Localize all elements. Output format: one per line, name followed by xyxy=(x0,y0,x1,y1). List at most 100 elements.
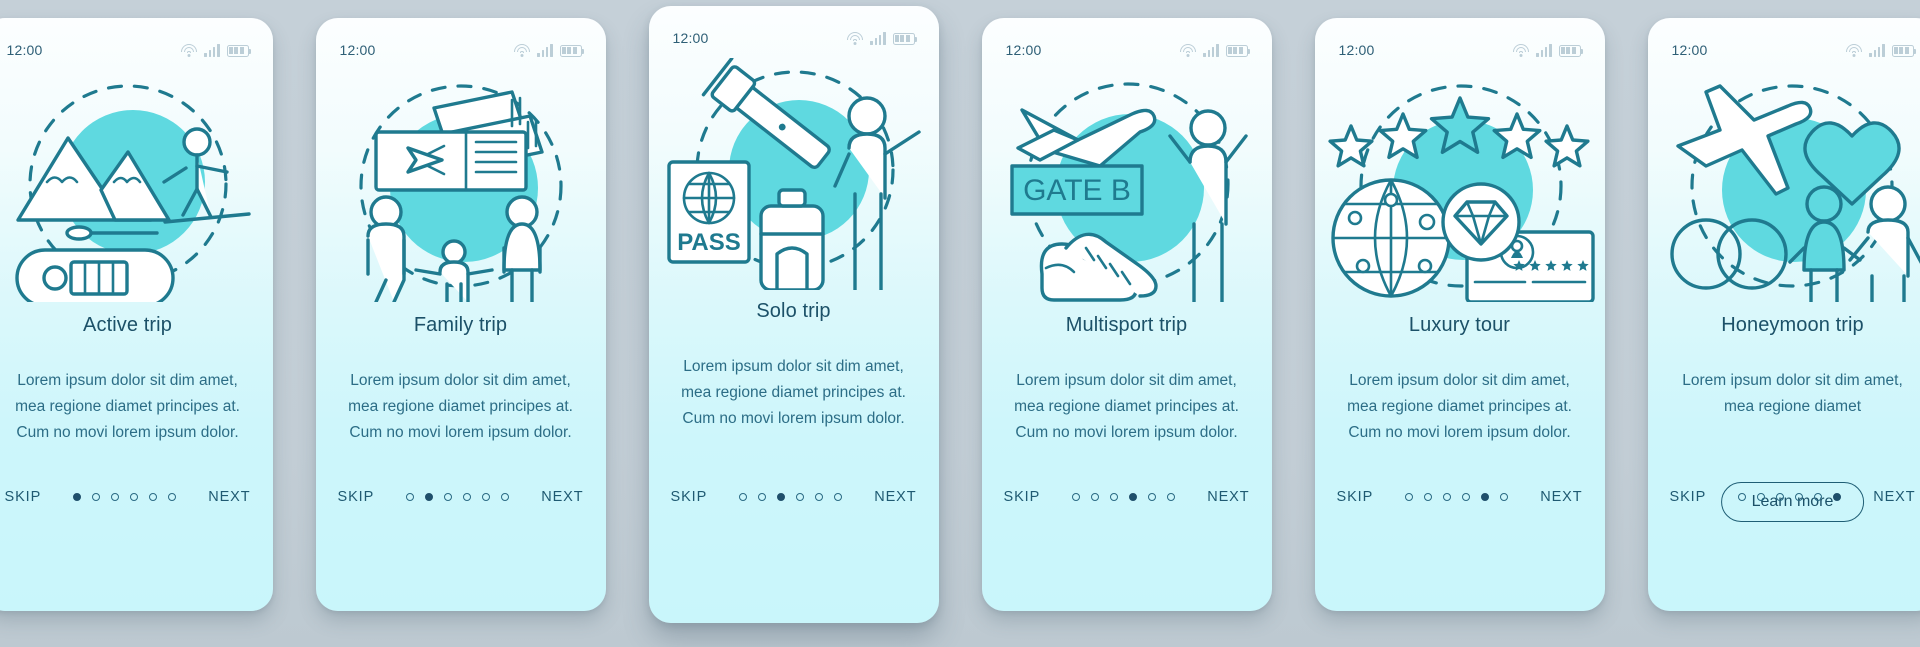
wifi-icon xyxy=(514,43,531,57)
card-description: Lorem ipsum dolor sit dim amet, mea regi… xyxy=(1014,372,1239,441)
pagination-dot-1[interactable] xyxy=(1405,493,1414,501)
next-button[interactable]: NEXT xyxy=(208,489,250,505)
next-button[interactable]: NEXT xyxy=(1540,489,1582,505)
card-footer: SKIP NEXT xyxy=(1004,489,1250,505)
next-button[interactable]: NEXT xyxy=(874,489,916,505)
pagination-dot-2[interactable] xyxy=(758,493,767,501)
battery-icon xyxy=(892,32,917,45)
wifi-icon xyxy=(1513,43,1530,57)
skip-button[interactable]: SKIP xyxy=(5,489,42,505)
card-footer: SKIP NEXT xyxy=(671,489,917,505)
pagination-dot-2[interactable] xyxy=(1091,493,1100,501)
pagination-dot-5[interactable] xyxy=(1481,493,1490,501)
card-description: Lorem ipsum dolor sit dim amet, mea regi… xyxy=(681,358,906,427)
pagination-dot-4[interactable] xyxy=(1795,493,1804,501)
pagination-dots xyxy=(1405,493,1509,501)
skip-button[interactable]: SKIP xyxy=(671,489,708,505)
status-bar-icons xyxy=(514,43,584,57)
card-title: Honeymoon trip xyxy=(1721,314,1864,336)
pagination-dot-4[interactable] xyxy=(1462,493,1471,501)
pagination-dot-6[interactable] xyxy=(834,493,843,501)
pagination-dot-4[interactable] xyxy=(1129,493,1138,501)
pagination-dots xyxy=(1738,493,1842,501)
battery-icon xyxy=(1225,44,1250,57)
pagination-dot-3[interactable] xyxy=(1776,493,1785,501)
wifi-icon xyxy=(1846,43,1863,57)
pagination-dot-5[interactable] xyxy=(1814,493,1823,501)
signal-icon xyxy=(537,43,553,57)
pagination-dot-3[interactable] xyxy=(1443,493,1452,501)
status-bar: 12:00 xyxy=(1648,40,1920,60)
pagination-dots xyxy=(1072,493,1176,501)
pagination-dot-4[interactable] xyxy=(796,493,805,501)
skip-button[interactable]: SKIP xyxy=(1004,489,1041,505)
pagination-dot-2[interactable] xyxy=(1424,493,1433,501)
next-button[interactable]: NEXT xyxy=(1873,489,1915,505)
pagination-dot-3[interactable] xyxy=(444,493,453,501)
card-title: Luxury tour xyxy=(1408,314,1511,336)
card-title: Family trip xyxy=(413,314,508,336)
next-button[interactable]: NEXT xyxy=(541,489,583,505)
signal-icon xyxy=(870,31,886,45)
status-bar-clock: 12:00 xyxy=(1005,42,1042,58)
status-bar: 12:00 xyxy=(1315,40,1605,60)
pagination-dot-2[interactable] xyxy=(425,493,434,501)
next-button[interactable]: NEXT xyxy=(1207,489,1249,505)
wifi-icon xyxy=(181,43,198,57)
card-footer: SKIP NEXT xyxy=(1670,489,1916,505)
pagination-dot-4[interactable] xyxy=(463,493,472,501)
signal-icon xyxy=(1536,43,1552,57)
pagination-dot-5[interactable] xyxy=(482,493,491,501)
battery-icon xyxy=(1891,44,1916,57)
card-description: Lorem ipsum dolor sit dim amet, mea regi… xyxy=(1347,372,1572,441)
status-bar-clock: 12:00 xyxy=(339,42,376,58)
wifi-icon xyxy=(847,31,864,45)
status-bar: 12:00 xyxy=(0,40,273,60)
pagination-dot-6[interactable] xyxy=(168,493,177,501)
pagination-dot-6[interactable] xyxy=(501,493,510,501)
card-list: 12:00 Active trip Lorem ipsum dolor sit … xyxy=(0,0,1920,647)
illustration-passport-telescope-suitcase: PASS xyxy=(649,58,939,290)
wifi-icon xyxy=(1180,43,1197,57)
illustration-plane-heart-rings-couple xyxy=(1648,70,1920,302)
signal-icon xyxy=(1869,43,1885,57)
status-bar-clock: 12:00 xyxy=(1671,42,1708,58)
pagination-dot-3[interactable] xyxy=(111,493,120,501)
status-bar-icons xyxy=(1513,43,1583,57)
status-bar: 12:00 xyxy=(649,28,939,48)
skip-button[interactable]: SKIP xyxy=(1337,489,1374,505)
pagination-dot-5[interactable] xyxy=(1148,493,1157,501)
onboarding-card-family-trip[interactable]: 12:00 Family trip Lorem ipsum dolor sit … xyxy=(315,18,606,611)
status-bar: 12:00 xyxy=(982,40,1272,60)
pagination-dot-1[interactable] xyxy=(1072,493,1081,501)
skip-button[interactable]: SKIP xyxy=(1670,489,1707,505)
pagination-dot-6[interactable] xyxy=(1833,493,1842,501)
pagination-dot-1[interactable] xyxy=(1738,493,1747,501)
pagination-dot-1[interactable] xyxy=(739,493,748,501)
status-bar-clock: 12:00 xyxy=(672,30,709,46)
card-title: Multisport trip xyxy=(1065,314,1188,336)
card-footer: SKIP NEXT xyxy=(338,489,584,505)
svg-text:PASS: PASS xyxy=(677,229,741,256)
battery-icon xyxy=(559,44,584,57)
pagination-dot-2[interactable] xyxy=(1757,493,1766,501)
onboarding-card-honeymoon-trip[interactable]: 12:00 Honeymoon trip Lorem ipsum dolor s… xyxy=(1647,18,1920,611)
illustration-mountains-skier-raft xyxy=(0,70,273,302)
pagination-dot-6[interactable] xyxy=(1167,493,1176,501)
onboarding-card-luxury-tour[interactable]: 12:00 Luxury tour Lorem ipsum dolor sit … xyxy=(1314,18,1605,611)
battery-icon xyxy=(1558,44,1583,57)
pagination-dot-4[interactable] xyxy=(130,493,139,501)
onboarding-card-multisport-trip[interactable]: 12:00 GATE B Multisport trip Lorem ipsum… xyxy=(981,18,1272,611)
pagination-dot-5[interactable] xyxy=(815,493,824,501)
skip-button[interactable]: SKIP xyxy=(338,489,375,505)
pagination-dot-3[interactable] xyxy=(777,493,786,501)
pagination-dot-5[interactable] xyxy=(149,493,158,501)
onboarding-card-active-trip[interactable]: 12:00 Active trip Lorem ipsum dolor sit … xyxy=(0,18,273,611)
pagination-dot-1[interactable] xyxy=(73,493,82,501)
onboarding-card-solo-trip[interactable]: 12:00 PASS Solo trip Lorem ipsum dolor s… xyxy=(648,6,939,623)
pagination-dot-1[interactable] xyxy=(406,493,415,501)
pagination-dot-6[interactable] xyxy=(1500,493,1509,501)
pagination-dot-2[interactable] xyxy=(92,493,101,501)
pagination-dot-3[interactable] xyxy=(1110,493,1119,501)
status-bar-clock: 12:00 xyxy=(6,42,43,58)
